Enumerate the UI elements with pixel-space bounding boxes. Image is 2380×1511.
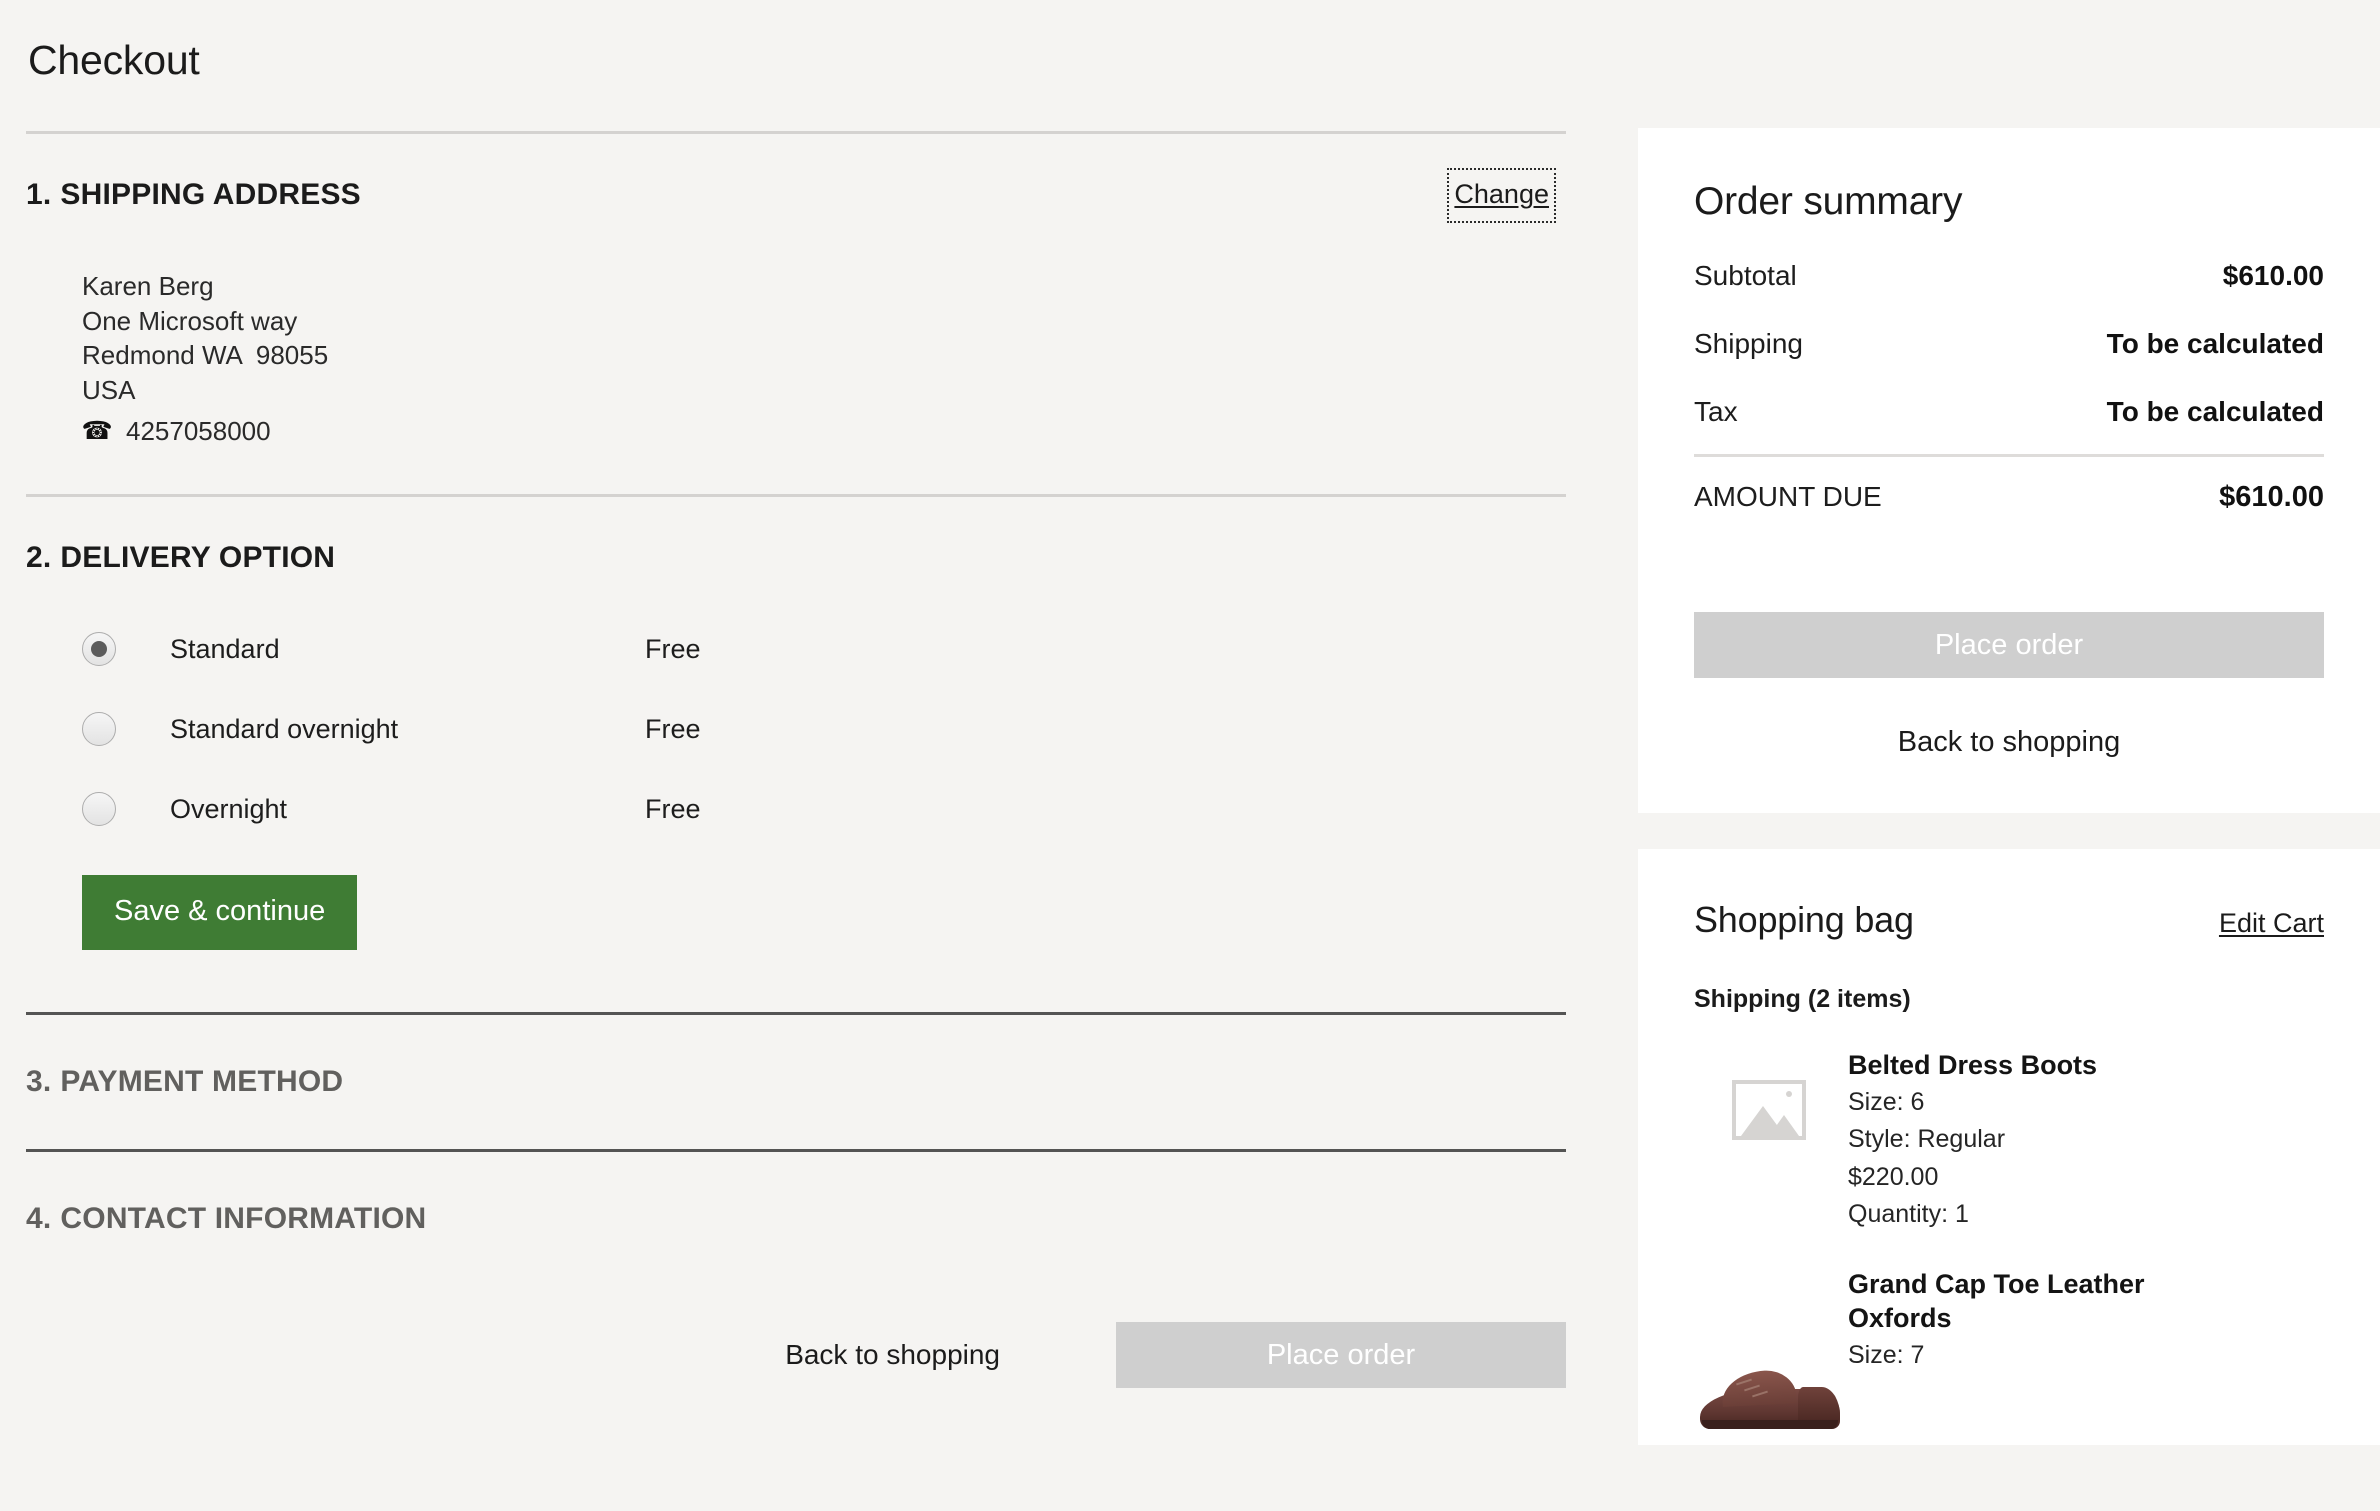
sidebar-place-order-button[interactable]: Place order bbox=[1694, 612, 2324, 678]
shipping-heading-label: SHIPPING ADDRESS bbox=[60, 178, 361, 212]
radio-overnight[interactable] bbox=[82, 792, 116, 827]
summary-label: Subtotal bbox=[1694, 260, 1797, 291]
summary-divider bbox=[1694, 454, 2324, 457]
item-thumbnail bbox=[1694, 1267, 1844, 1435]
payment-heading-label: PAYMENT METHOD bbox=[60, 1065, 344, 1099]
edit-cart-link[interactable]: Edit Cart bbox=[2219, 908, 2324, 939]
amount-due-label: AMOUNT DUE bbox=[1694, 481, 1882, 512]
item-style: Style: Regular bbox=[1848, 1125, 2006, 1154]
radio-standard[interactable] bbox=[82, 632, 116, 667]
placeholder-sun bbox=[1786, 1091, 1792, 1097]
list-item[interactable]: Grand Cap Toe Leather Oxfords Size: 7 bbox=[1694, 1267, 2324, 1435]
delivery-step-number: 2. bbox=[26, 541, 52, 575]
image-placeholder-icon bbox=[1732, 1080, 1806, 1140]
summary-row-shipping: Shipping To be calculated bbox=[1694, 328, 2324, 360]
sidebar-back-to-shopping-link[interactable]: Back to shopping bbox=[1694, 726, 2324, 759]
address-name: Karen Berg bbox=[82, 271, 214, 302]
change-address-button[interactable]: Change bbox=[1447, 168, 1556, 224]
shoe-heel bbox=[1798, 1386, 1840, 1423]
delivery-option-label: Overnight bbox=[170, 793, 288, 824]
delivery-option-overnight[interactable]: Overnight Free bbox=[26, 769, 1566, 849]
shopping-bag-title: Shopping bag bbox=[1694, 899, 1914, 940]
summary-value: $610.00 bbox=[2222, 260, 2324, 291]
item-details: Belted Dress Boots Size: 6 Style: Regula… bbox=[1844, 1048, 2324, 1233]
oxford-shoe-photo bbox=[1694, 1285, 1844, 1435]
summary-row-amount-due: AMOUNT DUE $610.00 bbox=[1694, 481, 2324, 514]
delivery-option-label: Standard overnight bbox=[170, 713, 399, 744]
item-quantity: Quantity: 1 bbox=[1848, 1200, 1969, 1229]
change-address-label: Change bbox=[1454, 179, 1549, 210]
contact-information-section: 4. CONTACT INFORMATION bbox=[26, 1152, 1566, 1236]
shipping-header-row: 1. SHIPPING ADDRESS Change bbox=[26, 168, 1566, 224]
order-summary-card: Order summary Subtotal $610.00 Shipping … bbox=[1638, 128, 2380, 813]
shoe-vamp bbox=[1721, 1368, 1797, 1407]
summary-row-tax: Tax To be calculated bbox=[1694, 396, 2324, 428]
delivery-heading-label: DELIVERY OPTION bbox=[60, 541, 336, 575]
delivery-option-standard[interactable]: Standard Free bbox=[26, 609, 1566, 689]
shipping-heading: 1. SHIPPING ADDRESS bbox=[26, 178, 361, 212]
delivery-option-section: 2. DELIVERY OPTION Standard Free Standar… bbox=[26, 497, 1566, 1016]
shopping-bag-header: Shopping bag Edit Cart bbox=[1694, 849, 2324, 941]
item-name: Grand Cap Toe Leather Oxfords bbox=[1848, 1268, 2145, 1334]
checkout-main-column: Checkout 1. SHIPPING ADDRESS Change Kare… bbox=[0, 0, 1638, 1389]
address-country: USA bbox=[82, 374, 136, 405]
summary-label: Shipping bbox=[1694, 328, 1803, 359]
place-order-button[interactable]: Place order bbox=[1116, 1322, 1566, 1389]
payment-step-number: 3. bbox=[26, 1065, 52, 1099]
address-phone-row: ☎ 4257058000 bbox=[81, 414, 1566, 449]
address-city-state-zip: Redmond WA 98055 bbox=[82, 340, 329, 371]
order-summary-title: Order summary bbox=[1694, 180, 1963, 223]
save-and-continue-button[interactable]: Save & continue bbox=[82, 875, 358, 951]
checkout-page: Checkout 1. SHIPPING ADDRESS Change Kare… bbox=[0, 0, 2380, 1511]
item-details: Grand Cap Toe Leather Oxfords Size: 7 bbox=[1844, 1267, 2324, 1374]
delivery-heading: 2. DELIVERY OPTION bbox=[26, 541, 1566, 575]
shipping-address-section: 1. SHIPPING ADDRESS Change Karen Berg On… bbox=[26, 134, 1566, 498]
delivery-option-price: Free bbox=[645, 793, 701, 824]
shopping-bag-subheading: Shipping (2 items) bbox=[1694, 985, 1911, 1013]
summary-value: To be calculated bbox=[2106, 328, 2324, 359]
bottom-actions-bar: Back to shopping Place order bbox=[26, 1322, 1566, 1389]
summary-label: Tax bbox=[1694, 396, 1738, 427]
shipping-address-block: Karen Berg One Microsoft way Redmond WA … bbox=[81, 269, 1566, 449]
payment-heading[interactable]: 3. PAYMENT METHOD bbox=[26, 1065, 1566, 1099]
amount-due-value: $610.00 bbox=[2219, 481, 2324, 513]
placeholder-mountain-small bbox=[1769, 1115, 1799, 1136]
back-to-shopping-link[interactable]: Back to shopping bbox=[785, 1339, 1000, 1371]
page-title: Checkout bbox=[28, 37, 200, 83]
summary-row-subtotal: Subtotal $610.00 bbox=[1694, 260, 2324, 292]
phone-icon: ☎ bbox=[81, 417, 113, 446]
item-thumbnail bbox=[1694, 1048, 1844, 1140]
address-street: One Microsoft way bbox=[82, 305, 298, 336]
item-size: Size: 7 bbox=[1848, 1340, 1925, 1369]
shopping-bag-card: Shopping bag Edit Cart Shipping (2 items… bbox=[1638, 849, 2380, 1445]
delivery-options-list: Standard Free Standard overnight Free Ov… bbox=[26, 609, 1566, 849]
delivery-option-price: Free bbox=[645, 633, 701, 664]
delivery-option-label: Standard bbox=[170, 633, 280, 664]
contact-heading-label: CONTACT INFORMATION bbox=[60, 1202, 427, 1236]
item-size: Size: 6 bbox=[1848, 1087, 1925, 1116]
radio-standard-overnight[interactable] bbox=[82, 712, 116, 747]
shoe-illustration bbox=[1700, 1367, 1840, 1429]
checkout-sidebar: Order summary Subtotal $610.00 Shipping … bbox=[1638, 0, 2380, 1445]
shipping-step-number: 1. bbox=[26, 178, 52, 212]
shoe-sole bbox=[1702, 1419, 1838, 1429]
delivery-option-standard-overnight[interactable]: Standard overnight Free bbox=[26, 689, 1566, 769]
contact-heading[interactable]: 4. CONTACT INFORMATION bbox=[26, 1202, 1566, 1236]
item-price: $220.00 bbox=[1848, 1162, 1939, 1191]
radio-standard-dot bbox=[91, 641, 107, 658]
summary-value: To be calculated bbox=[2106, 396, 2324, 427]
card-gap bbox=[1638, 813, 2380, 849]
address-phone-number: 4257058000 bbox=[126, 415, 271, 446]
payment-method-section: 3. PAYMENT METHOD bbox=[26, 1015, 1566, 1153]
delivery-option-price: Free bbox=[645, 713, 701, 744]
item-name: Belted Dress Boots bbox=[1848, 1050, 2098, 1080]
contact-step-number: 4. bbox=[26, 1202, 52, 1236]
list-item[interactable]: Belted Dress Boots Size: 6 Style: Regula… bbox=[1694, 1048, 2324, 1233]
